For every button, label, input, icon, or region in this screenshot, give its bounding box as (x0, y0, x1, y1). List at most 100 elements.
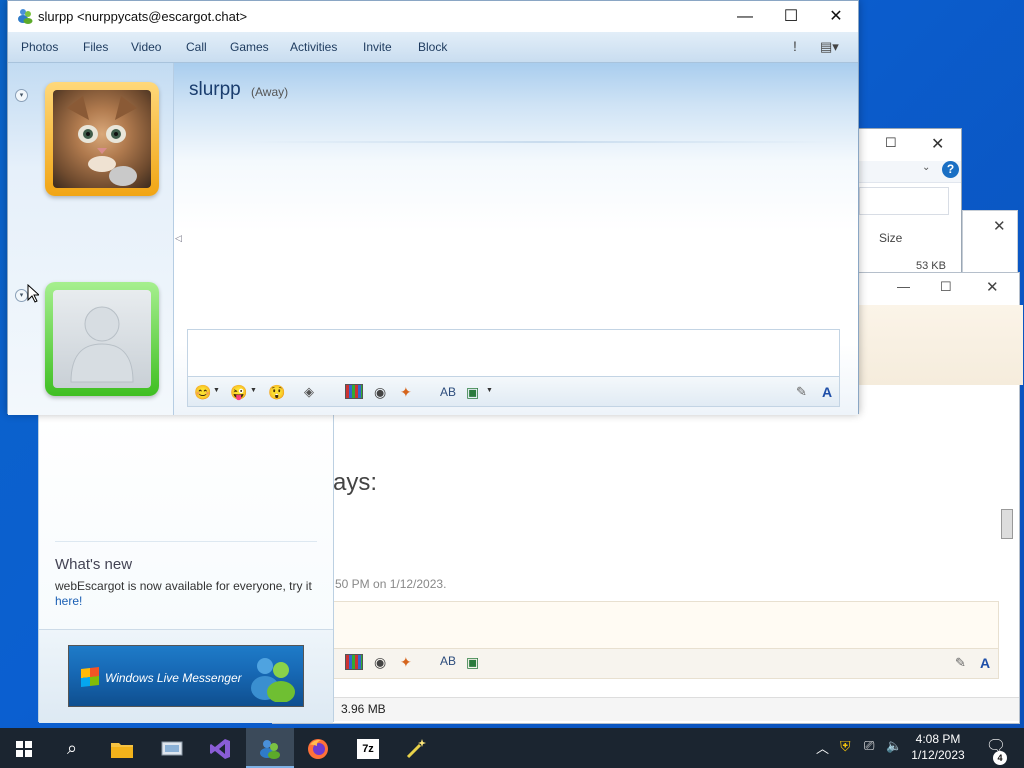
messenger-buddies-icon (247, 654, 299, 703)
firefox-icon[interactable] (294, 728, 342, 768)
clock-time: 4:08 PM (915, 732, 961, 746)
window-title: slurpp <nurppycats@escargot.chat> (38, 9, 248, 24)
magic-wand-icon[interactable] (392, 728, 440, 768)
second-chat-grid-icon[interactable] (345, 654, 363, 670)
font-icon[interactable]: A (822, 382, 832, 402)
show-hidden-icons-icon[interactable]: ︿ (816, 738, 829, 757)
background-close-icon[interactable]: ✕ (993, 217, 1006, 235)
clock-date: 1/12/2023 (911, 748, 965, 762)
second-minimize-icon[interactable]: — (897, 279, 910, 294)
menu-block[interactable]: Block (418, 40, 447, 54)
visual-studio-icon[interactable] (196, 728, 244, 768)
size-column-header[interactable]: Size (879, 231, 902, 245)
file-size-cell: 53 KB (916, 260, 946, 272)
menu-files[interactable]: Files (83, 40, 108, 54)
layout-menu-icon[interactable]: ▤▾ (820, 39, 839, 55)
titlebar: slurpp <nurppycats@escargot.chat> — ☐ ✕ (8, 1, 858, 32)
status-bar (333, 697, 1019, 721)
change-background-icon[interactable]: ▣ (466, 382, 479, 402)
chat-history-timestamp: 50 PM on 1/12/2023. (335, 577, 447, 591)
wlm-banner[interactable]: Windows Live Messenger (68, 645, 304, 707)
second-chat-input[interactable] (333, 601, 999, 649)
network-icon[interactable]: ⎚ (864, 738, 874, 754)
chat-history-says: ays: (333, 469, 378, 496)
menu-activities[interactable]: Activities (290, 40, 337, 54)
second-maximize-icon[interactable]: ☐ (940, 279, 952, 295)
background-window (962, 210, 1018, 274)
wink-icon[interactable]: 😜 (230, 382, 247, 402)
menu-invite[interactable]: Invite (363, 40, 392, 54)
messenger-taskbar-icon[interactable] (246, 728, 294, 768)
explorer-close-icon[interactable]: ✕ (931, 134, 944, 154)
close-icon[interactable]: ✕ (813, 1, 859, 32)
self-avatar[interactable] (45, 282, 159, 396)
minimize-icon[interactable]: — (722, 1, 768, 32)
notification-count-badge: 4 (993, 751, 1007, 765)
default-user-picture (53, 290, 151, 388)
explorer-titlebar (859, 129, 961, 161)
mouse-cursor-icon (27, 283, 41, 306)
emoticon-icon[interactable]: 😊 (194, 382, 211, 402)
formatting-toolbar: 😊 ▼ 😜 ▼ 😲 ◈ ◉ ✦ AB ▣ ▼ ✎ A (187, 377, 840, 407)
buddy-name: slurpp (189, 79, 241, 100)
second-close-icon[interactable]: ✕ (986, 278, 999, 296)
second-chat-toolbar (333, 649, 999, 679)
start-icon[interactable] (0, 728, 48, 768)
divider (55, 541, 317, 542)
whats-new-text: webEscargot is now available for everyon… (55, 579, 312, 593)
message-input[interactable] (187, 329, 840, 377)
buddy-avatar[interactable] (45, 82, 159, 196)
clock[interactable]: 4:08 PM 1/12/2023 (906, 731, 970, 763)
second-chat-font-icon[interactable]: A (980, 655, 990, 671)
menu-games[interactable]: Games (230, 40, 269, 54)
volume-icon[interactable]: 🔈 (886, 738, 902, 754)
wink-dropdown-icon[interactable]: ▼ (250, 387, 257, 394)
puzzle-icon[interactable]: ✦ (400, 382, 412, 402)
ribbon-chevron-icon[interactable]: ⌄ (922, 162, 930, 173)
messenger-icon (17, 8, 33, 24)
nudge-button-icon[interactable]: 😲 (268, 382, 285, 402)
whats-new-heading: What's new (55, 556, 133, 573)
buddy-status: (Away) (251, 85, 289, 99)
menu-call[interactable]: Call (186, 40, 207, 54)
menu-photos[interactable]: Photos (21, 40, 58, 54)
conversation-window: slurpp <nurppycats@escargot.chat> — ☐ ✕ … (7, 0, 859, 415)
spell-check-icon[interactable]: AB (440, 382, 456, 402)
taskbar: ⌕ 7z ︿ ⛨ ⎚ 🔈 4:08 PM 1/12/2023 🗨 (0, 728, 1024, 768)
background-dropdown-icon[interactable]: ▼ (486, 387, 493, 394)
header-divider (246, 141, 836, 143)
explorer-address-bar[interactable] (859, 187, 949, 215)
whats-new-link[interactable]: here! (55, 594, 82, 608)
security-shield-icon[interactable]: ⛨ (840, 738, 851, 755)
server-manager-icon[interactable] (148, 728, 196, 768)
action-menu: Photos Files Video Call Games Activities… (8, 32, 858, 63)
nudge-icon[interactable]: ! (793, 38, 797, 54)
search-icon[interactable]: ⌕ (48, 728, 96, 768)
second-chat-spell-icon[interactable]: AB (440, 654, 456, 668)
emoticon-dropdown-icon[interactable]: ▼ (213, 387, 220, 394)
maximize-icon[interactable]: ☐ (768, 1, 814, 32)
voice-clip-icon[interactable]: ◈ (304, 382, 314, 402)
scroll-thumb[interactable] (1001, 509, 1013, 539)
background-grid-icon[interactable] (345, 384, 363, 399)
file-explorer-icon[interactable] (98, 728, 146, 768)
second-chat-puzzle-icon[interactable]: ✦ (400, 654, 412, 671)
kitten-picture (53, 90, 151, 188)
explorer-maximize-icon[interactable]: ☐ (885, 135, 897, 151)
second-chat-bg-icon[interactable]: ▣ (466, 654, 479, 671)
explorer-window (858, 128, 962, 278)
windows-flag-icon (81, 667, 99, 687)
second-chat-pen-icon[interactable]: ✎ (955, 655, 966, 671)
display-picture-column: ▾ ▾ (8, 63, 174, 415)
second-chat-sound-icon[interactable]: ◉ (374, 654, 386, 671)
buddy-picture-expander-icon[interactable]: ▾ (15, 89, 28, 102)
7zip-icon[interactable]: 7z (344, 728, 392, 768)
collapse-handle-icon[interactable]: ◁ (175, 233, 182, 244)
sound-icon[interactable]: ◉ (374, 382, 386, 402)
menu-video[interactable]: Video (131, 40, 161, 54)
status-size: 3.96 MB (341, 702, 386, 716)
banner-text: Windows Live Messenger (105, 671, 242, 685)
help-icon[interactable]: ? (942, 161, 959, 178)
handwriting-icon[interactable]: ✎ (796, 382, 807, 402)
conversation-body: ▾ ▾ ◁ slurpp (Away) 😊 ▼ 😜 ▼ 😲 ◈ ◉ ✦ AB ▣… (8, 63, 858, 415)
